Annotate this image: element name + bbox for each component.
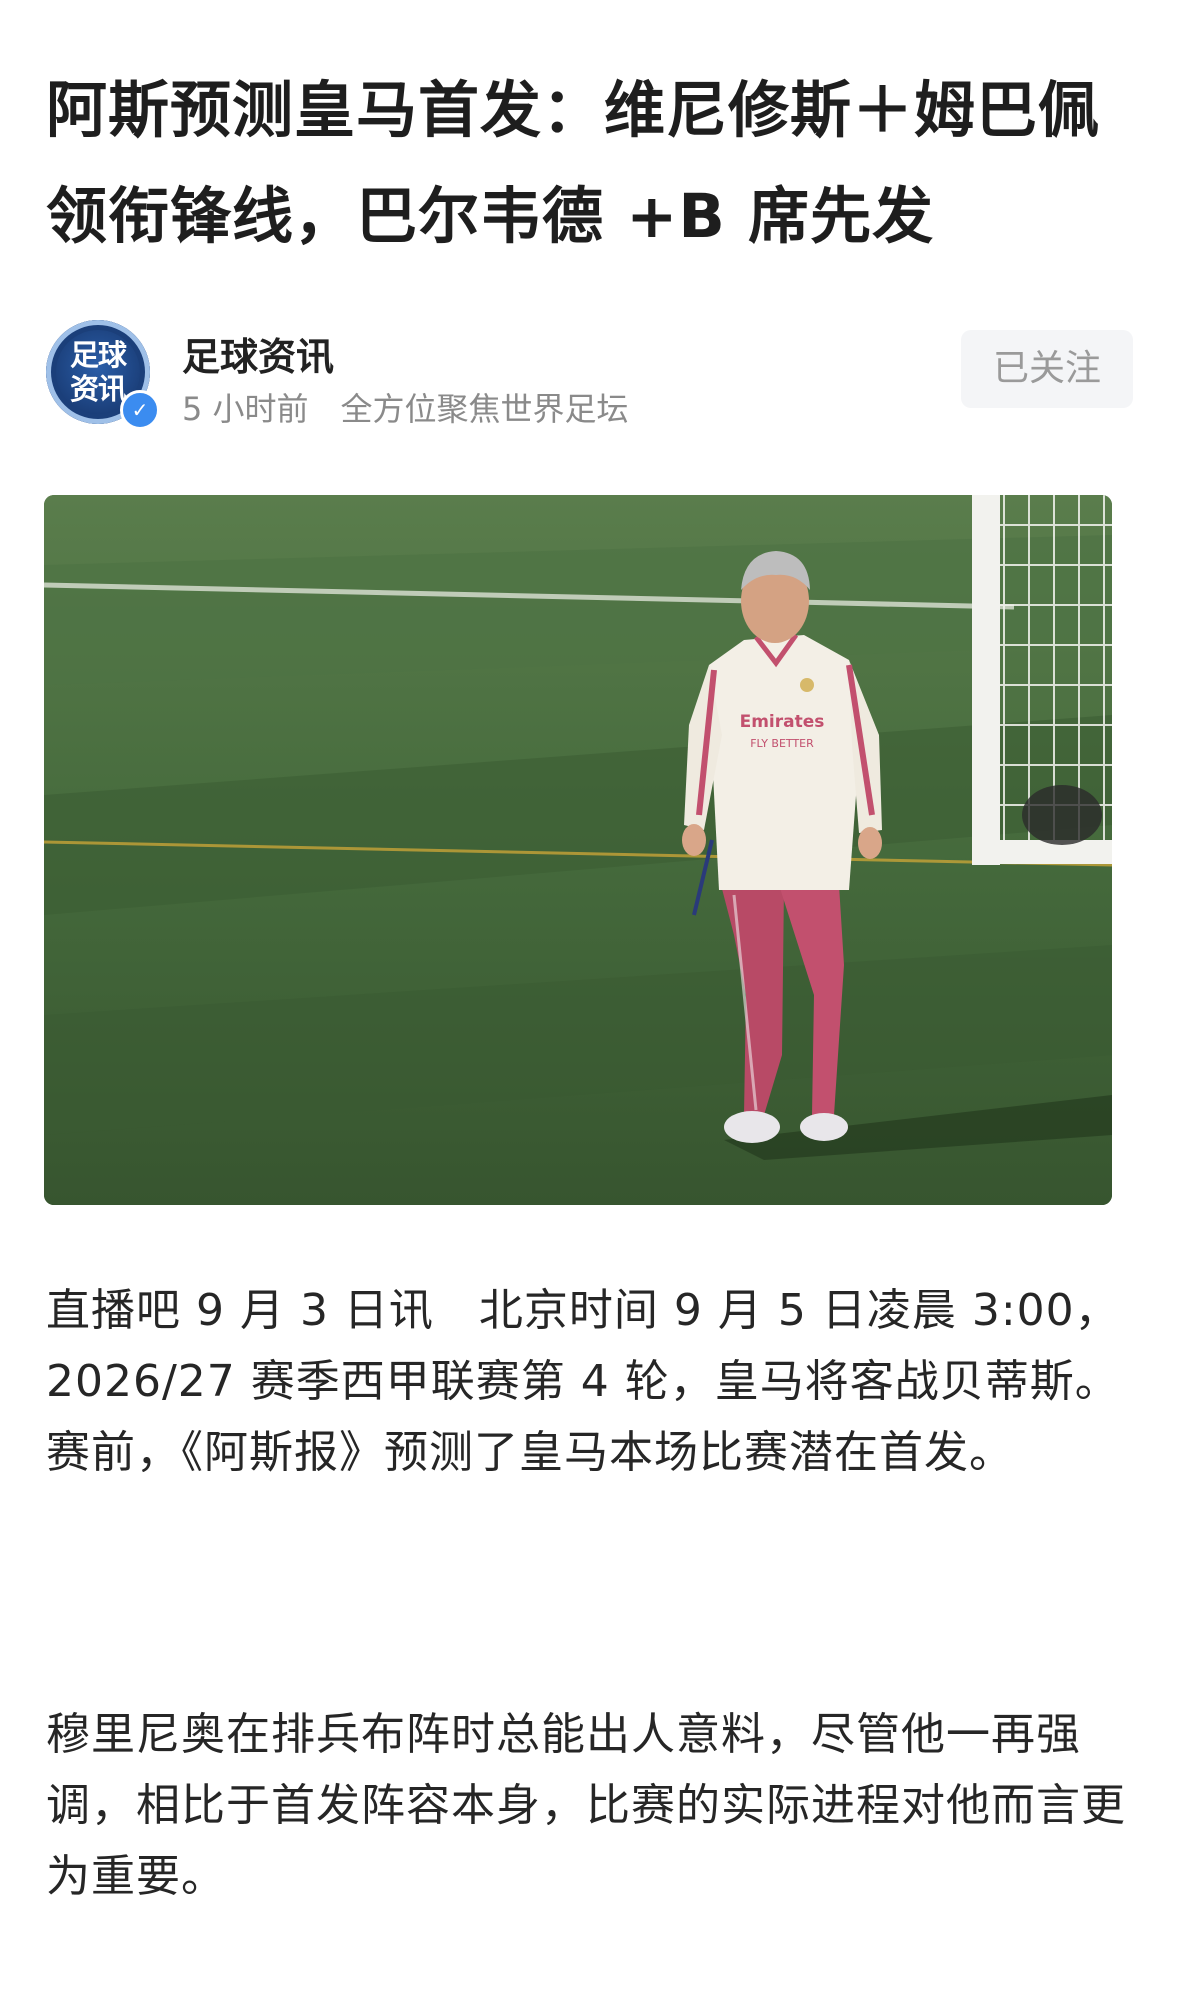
jersey-sponsor-text: Emirates [740, 712, 825, 732]
author-bio: 全方位聚焦世界足坛 [340, 390, 629, 428]
club-crest-icon [800, 678, 814, 692]
article-photo[interactable]: Emirates FLY BETTER [44, 495, 1112, 1205]
jersey-slogan-text: FLY BETTER [750, 737, 814, 750]
author-meta: 5 小时前 全方位聚焦世界足坛 [182, 384, 629, 430]
author-name[interactable]: 足球资讯 [182, 326, 334, 381]
article-title: 阿斯预测皇马首发：维尼修斯＋姆巴佩领衔锋线，巴尔韦德 +B 席先发 [46, 75, 1101, 252]
training-photo-illustration: Emirates FLY BETTER [44, 495, 1112, 1205]
article-paragraph-2: 穆里尼奥在排兵布阵时总能出人意料，尽管他一再强调，相比于首发阵容本身，比赛的实际… [46, 1709, 1126, 1902]
article-paragraph-1: 直播吧 9 月 3 日讯 北京时间 9 月 5 日凌晨 3:00，2026/27… [46, 1285, 1120, 1478]
author-row: 足球资讯 ✓ 足球资讯 5 小时前 全方位聚焦世界足坛 已关注 [46, 318, 1133, 430]
publish-time: 5 小时前 [182, 390, 309, 428]
follow-button[interactable]: 已关注 [961, 330, 1133, 408]
verified-badge-icon: ✓ [120, 390, 160, 430]
